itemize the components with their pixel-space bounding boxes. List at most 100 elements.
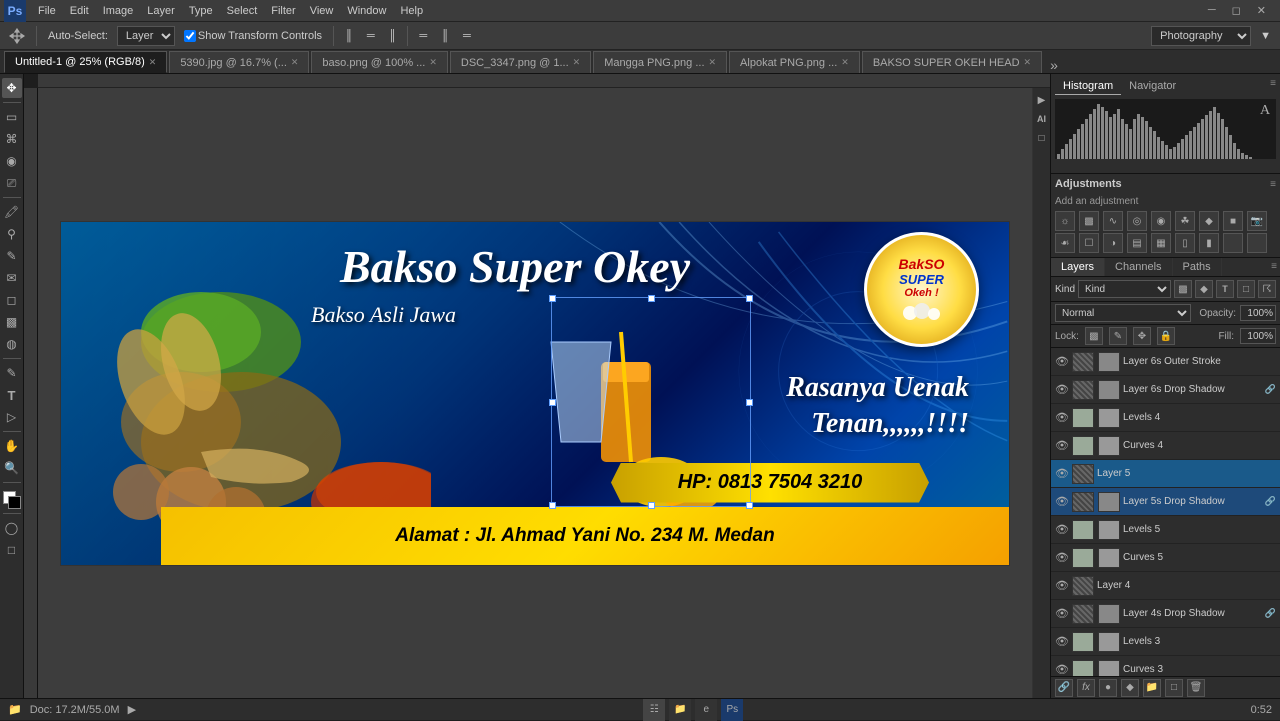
- layer-new-btn[interactable]: □: [1165, 679, 1183, 697]
- clone-btn[interactable]: ✉: [2, 268, 22, 288]
- blend-mode-select[interactable]: Normal: [1055, 304, 1191, 322]
- tab-paths[interactable]: Paths: [1173, 258, 1222, 276]
- healing-btn[interactable]: ⚲: [2, 224, 22, 244]
- marquee-tool-btn[interactable]: ▭: [2, 107, 22, 127]
- tab-histogram[interactable]: Histogram: [1055, 78, 1121, 95]
- taskbar-ie[interactable]: e: [695, 699, 717, 721]
- filter-pixel[interactable]: ▩: [1174, 280, 1192, 298]
- lock-transparent[interactable]: ▩: [1085, 327, 1103, 345]
- tab-alpokat[interactable]: Alpokat PNG.png ... ✕: [729, 51, 860, 73]
- menu-layer[interactable]: Layer: [141, 3, 181, 19]
- taskbar-folder[interactable]: 📁: [669, 699, 691, 721]
- gradient-btn[interactable]: ▩: [2, 312, 22, 332]
- zoom-tool-btn[interactable]: 🔍: [2, 458, 22, 478]
- align-right[interactable]: ║: [384, 27, 402, 45]
- layer-eye-0[interactable]: 👁: [1055, 355, 1069, 369]
- adj-invert[interactable]: ◑: [1103, 233, 1123, 253]
- tab-bakso[interactable]: BAKSO SUPER OKEH HEAD ✕: [862, 51, 1042, 73]
- status-folder-icon[interactable]: 📁: [8, 703, 22, 716]
- menu-edit[interactable]: Edit: [64, 3, 95, 19]
- close-tab-bakso[interactable]: ✕: [1024, 57, 1032, 68]
- adj-gradient-map[interactable]: ▯: [1175, 233, 1195, 253]
- menu-image[interactable]: Image: [97, 3, 140, 19]
- layer-item-2[interactable]: 👁 Levels 4: [1051, 404, 1280, 432]
- tab-baso[interactable]: baso.png @ 100% ... ✕: [311, 51, 447, 73]
- opacity-input[interactable]: [1240, 305, 1276, 321]
- crop-tool-btn[interactable]: ⎚: [2, 173, 22, 193]
- filter-type[interactable]: T: [1216, 280, 1234, 298]
- color-swatch[interactable]: [3, 491, 21, 509]
- tab-channels[interactable]: Channels: [1105, 258, 1172, 276]
- workspace-dropdown[interactable]: Photography: [1151, 26, 1251, 46]
- lock-all[interactable]: 🔒: [1157, 327, 1175, 345]
- layer-eye-10[interactable]: 👁: [1055, 635, 1069, 649]
- layer-mask-btn[interactable]: ●: [1099, 679, 1117, 697]
- menu-help[interactable]: Help: [394, 3, 429, 19]
- tab-5390[interactable]: 5390.jpg @ 16.7% (... ✕: [169, 51, 309, 73]
- close-tab-mangga[interactable]: ✕: [709, 57, 717, 68]
- tab-navigator[interactable]: Navigator: [1121, 78, 1184, 95]
- tab-layers[interactable]: Layers: [1051, 258, 1105, 276]
- layer-eye-6[interactable]: 👁: [1055, 523, 1069, 537]
- layer-item-8[interactable]: 👁 Layer 4: [1051, 572, 1280, 600]
- adj-posterize[interactable]: ▤: [1127, 233, 1147, 253]
- burn-btn[interactable]: ◍: [2, 334, 22, 354]
- align-center-v[interactable]: ═: [362, 27, 380, 45]
- layer-item-3[interactable]: 👁 Curves 4: [1051, 432, 1280, 460]
- brush-btn[interactable]: ✎: [2, 246, 22, 266]
- move-tool-btn[interactable]: ✥: [2, 78, 22, 98]
- background-color[interactable]: [8, 496, 21, 509]
- eyedropper-btn[interactable]: 🖍: [2, 202, 22, 222]
- layer-item-1[interactable]: 👁 Layer 6s Drop Shadow 🔗: [1051, 376, 1280, 404]
- align-bottom[interactable]: ═: [458, 27, 476, 45]
- align-left[interactable]: ║: [340, 27, 358, 45]
- adj-channel-mixer[interactable]: ☙: [1055, 233, 1075, 253]
- layer-eye-4[interactable]: 👁: [1055, 467, 1069, 481]
- layer-eye-3[interactable]: 👁: [1055, 439, 1069, 453]
- adj-curves[interactable]: ∿: [1103, 211, 1123, 231]
- lasso-tool-btn[interactable]: ⌘: [2, 129, 22, 149]
- play-btn[interactable]: ▶: [128, 703, 136, 716]
- adj-levels[interactable]: ▩: [1079, 211, 1099, 231]
- tab-mangga[interactable]: Mangga PNG.png ... ✕: [593, 51, 727, 73]
- kind-select[interactable]: Kind: [1078, 280, 1171, 298]
- transform-check[interactable]: [184, 30, 196, 42]
- layer-eye-7[interactable]: 👁: [1055, 551, 1069, 565]
- close-tab-dsc[interactable]: ✕: [573, 57, 581, 68]
- layer-eye-8[interactable]: 👁: [1055, 579, 1069, 593]
- minimize-btn[interactable]: ─: [1202, 2, 1222, 19]
- menu-window[interactable]: Window: [341, 3, 392, 19]
- layer-item-4[interactable]: 👁 Layer 5: [1051, 460, 1280, 488]
- layer-eye-5[interactable]: 👁: [1055, 495, 1069, 509]
- win-start[interactable]: ☷: [643, 699, 665, 721]
- type-tool-btn[interactable]: T: [2, 385, 22, 405]
- adj-vibrance[interactable]: ◉: [1151, 211, 1171, 231]
- layer-eye-2[interactable]: 👁: [1055, 411, 1069, 425]
- layer-group-btn[interactable]: 📁: [1143, 679, 1161, 697]
- align-top[interactable]: ═: [414, 27, 432, 45]
- filter-adj[interactable]: ◆: [1195, 280, 1213, 298]
- mini-tool-3[interactable]: □: [1034, 130, 1050, 146]
- layer-eye-11[interactable]: 👁: [1055, 663, 1069, 677]
- layer-link-btn[interactable]: 🔗: [1055, 679, 1073, 697]
- layer-link-5[interactable]: 🔗: [1265, 496, 1276, 507]
- quick-select-btn[interactable]: ◉: [2, 151, 22, 171]
- path-tool-btn[interactable]: ▷: [2, 407, 22, 427]
- pen-tool-btn[interactable]: ✎: [2, 363, 22, 383]
- move-tool[interactable]: [4, 25, 30, 47]
- lock-move[interactable]: ✥: [1133, 327, 1151, 345]
- fill-input[interactable]: [1240, 328, 1276, 344]
- tab-untitled[interactable]: Untitled-1 @ 25% (RGB/8) ✕: [4, 51, 167, 73]
- workspace-search[interactable]: ▼: [1255, 27, 1276, 45]
- close-btn[interactable]: ✕: [1251, 2, 1272, 19]
- close-tab-5390[interactable]: ✕: [291, 57, 299, 68]
- filter-shape[interactable]: □: [1237, 280, 1255, 298]
- adj-bw[interactable]: ■: [1223, 211, 1243, 231]
- layer-item-6[interactable]: 👁 Levels 5: [1051, 516, 1280, 544]
- adj-exposure[interactable]: ◎: [1127, 211, 1147, 231]
- layer-item-5[interactable]: 👁 Layer 5s Drop Shadow 🔗: [1051, 488, 1280, 516]
- quick-mask-btn[interactable]: ◯: [2, 518, 22, 538]
- menu-select[interactable]: Select: [221, 3, 264, 19]
- adj-brightness[interactable]: ☼: [1055, 211, 1075, 231]
- filter-smart[interactable]: ☈: [1258, 280, 1276, 298]
